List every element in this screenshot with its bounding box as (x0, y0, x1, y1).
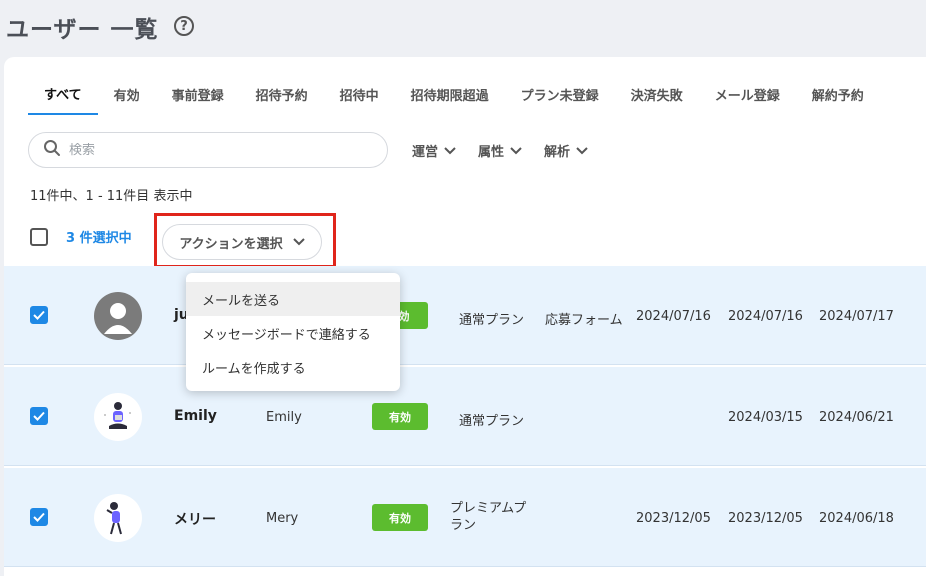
row-checkbox[interactable] (30, 306, 48, 324)
menu-item-create-room[interactable]: ルームを作成する (186, 350, 400, 384)
help-icon[interactable]: ? (174, 16, 194, 36)
filter-operation[interactable]: 運営 (412, 141, 456, 160)
highlight-box (154, 213, 336, 268)
selected-count: 3 件選択中 (66, 231, 132, 246)
checkmark-icon (33, 310, 45, 320)
date-cell: 2023/12/05 (636, 511, 711, 526)
search-input[interactable] (69, 142, 349, 158)
checkmark-icon (33, 512, 45, 522)
filter-analytics[interactable]: 解析 (544, 141, 588, 160)
user-name[interactable]: Emily (174, 408, 217, 424)
filter-attribute[interactable]: 属性 (478, 141, 522, 160)
row-checkbox[interactable] (30, 407, 48, 425)
default-user-icon (104, 303, 132, 334)
search-box (28, 132, 388, 168)
user-nickname: Mery (266, 511, 299, 526)
tab-payment-failed[interactable]: 決済失敗 (615, 85, 699, 114)
tab-invite-expired[interactable]: 招待期限超過 (395, 85, 505, 114)
user-list-card: すべて 有効 事前登録 招待予約 招待中 招待期限超過 プラン未登録 決済失敗 … (4, 57, 926, 576)
avatar (94, 292, 142, 340)
filter-label: 属性 (478, 145, 505, 160)
tab-inviting[interactable]: 招待中 (324, 85, 395, 114)
tab-pre-registered[interactable]: 事前登録 (156, 85, 240, 114)
date-cell: 2024/07/17 (819, 309, 894, 324)
avatar (94, 494, 142, 542)
result-count: 11件中、1 - 11件目 表示中 (30, 189, 193, 204)
table-row[interactable]: ju 効 通常プラン 応募フォーム 2024/07/16 2024/07/16 … (4, 266, 926, 365)
tab-no-plan[interactable]: プラン未登録 (505, 85, 615, 114)
search-icon (43, 139, 61, 161)
date-cell: 2024/06/21 (819, 410, 894, 425)
plan-name: プレミアムプラン (450, 501, 527, 533)
chevron-down-icon (444, 146, 456, 154)
bulk-select-row: 3 件選択中 (30, 227, 132, 246)
status-badge: 有効 (372, 504, 428, 531)
filter-group: 運営 属性 解析 (412, 141, 588, 160)
date-cell: 2023/12/05 (728, 511, 803, 526)
date-cell: 2024/03/15 (728, 410, 803, 425)
checkmark-icon (33, 411, 45, 421)
plan-name: 通常プラン (459, 313, 525, 328)
tab-active[interactable]: 有効 (98, 85, 156, 114)
plan-name: 通常プラン (459, 414, 525, 429)
user-nickname: Emily (266, 410, 302, 425)
filter-label: 運営 (412, 145, 439, 160)
action-dropdown-menu: メールを送る メッセージボードで連絡する ルームを作成する (186, 273, 400, 391)
table-row[interactable]: メリー Mery 有効 プレミアムプラン 2023/12/05 2023/12/… (4, 468, 926, 567)
filter-label: 解析 (544, 145, 571, 160)
person-illustration-icon (104, 402, 131, 429)
row-checkbox[interactable] (30, 508, 48, 526)
chevron-down-icon (510, 146, 522, 154)
tab-cancel-scheduled[interactable]: 解約予約 (796, 85, 880, 114)
page-title: ユーザー 一覧 (6, 17, 159, 43)
tab-all[interactable]: すべて (28, 84, 98, 115)
chevron-down-icon (576, 146, 588, 154)
registration-source: 応募フォーム (545, 313, 623, 328)
person-illustration-icon (106, 502, 122, 535)
user-name[interactable]: メリー (174, 509, 216, 529)
tab-email-registered[interactable]: メール登録 (699, 85, 796, 114)
menu-item-message-board[interactable]: メッセージボードで連絡する (186, 316, 400, 350)
status-badge: 有効 (372, 403, 428, 430)
table-row[interactable]: Emily Emily 有効 通常プラン 2024/03/15 2024/06/… (4, 367, 926, 466)
date-cell: 2024/06/18 (819, 511, 894, 526)
date-cell: 2024/07/16 (636, 309, 711, 324)
status-tabs: すべて 有効 事前登録 招待予約 招待中 招待期限超過 プラン未登録 決済失敗 … (28, 84, 880, 115)
menu-item-send-email[interactable]: メールを送る (186, 282, 400, 316)
select-all-checkbox[interactable] (30, 227, 48, 246)
date-cell: 2024/07/16 (728, 309, 803, 324)
avatar (94, 393, 142, 441)
tab-invite-scheduled[interactable]: 招待予約 (240, 85, 324, 114)
